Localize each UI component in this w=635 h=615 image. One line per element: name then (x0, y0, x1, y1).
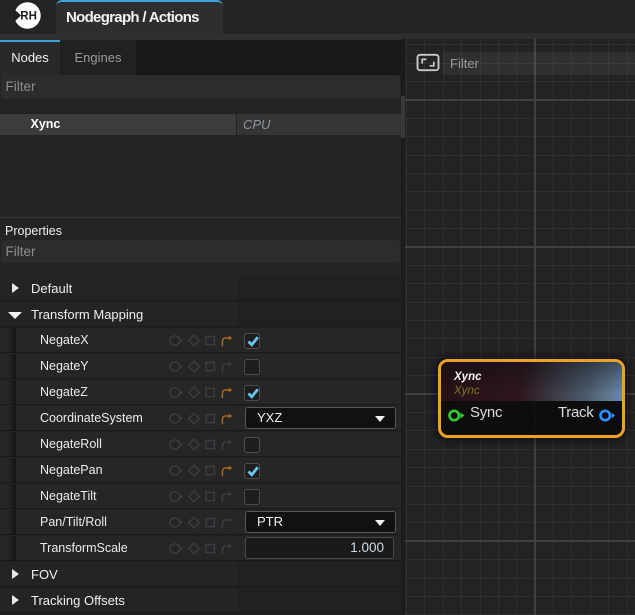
svg-text:RH: RH (20, 11, 37, 23)
